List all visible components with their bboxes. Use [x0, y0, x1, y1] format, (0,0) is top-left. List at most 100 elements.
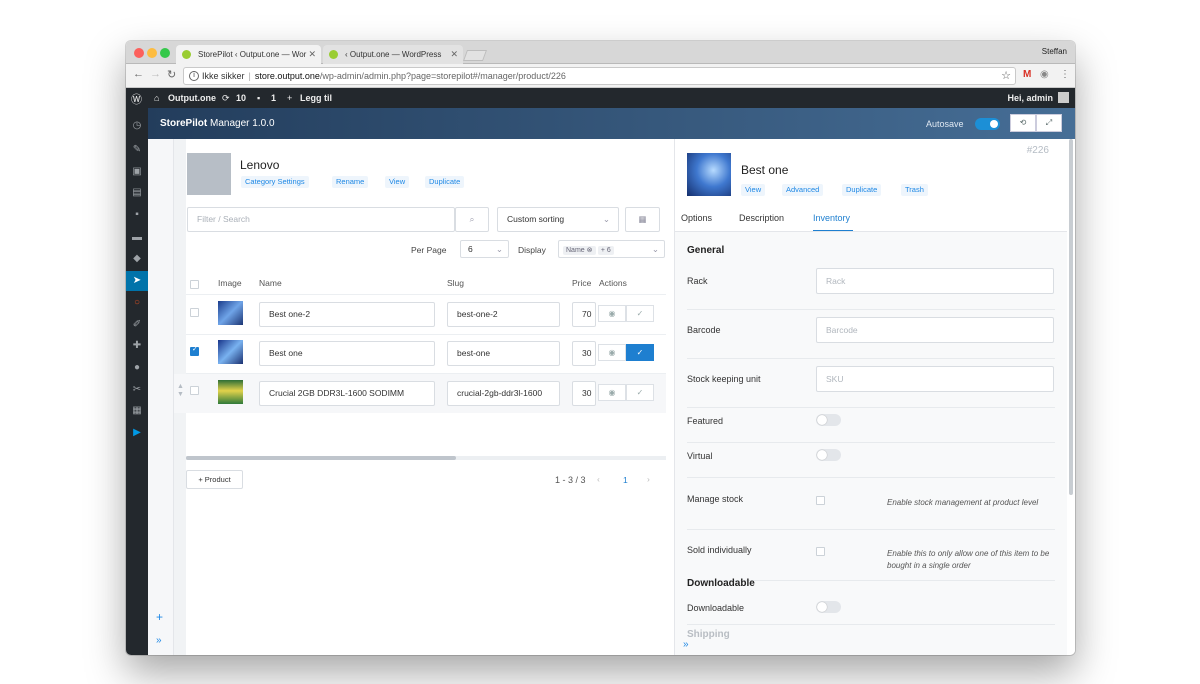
refresh-button[interactable]: ⟲: [1010, 114, 1036, 132]
view-link[interactable]: View: [385, 176, 410, 188]
duplicate-link[interactable]: Duplicate: [425, 176, 465, 188]
fullscreen-button[interactable]: ⤢: [1036, 114, 1062, 132]
browser-user-name[interactable]: Steffan: [1042, 47, 1067, 56]
new-tab-button[interactable]: [462, 50, 488, 61]
reload-icon[interactable]: ↻: [167, 68, 176, 81]
products-icon[interactable]: ◆: [126, 249, 148, 269]
tools-wrench-icon[interactable]: ✂: [126, 380, 148, 400]
pages-icon[interactable]: ▤: [126, 183, 148, 203]
posts-pin-icon[interactable]: ✎: [126, 140, 148, 160]
barcode-input[interactable]: Barcode: [816, 317, 1054, 343]
calculator-button[interactable]: ▦: [625, 207, 660, 232]
play-circle-icon[interactable]: ▶: [126, 423, 148, 443]
settings-icon[interactable]: ▦: [126, 401, 148, 421]
column-header-slug[interactable]: Slug: [447, 278, 464, 288]
site-name-link[interactable]: Output.one: [168, 93, 216, 103]
close-window-button[interactable]: [134, 48, 144, 58]
users-icon[interactable]: ●: [126, 358, 148, 378]
search-button[interactable]: ⌕: [455, 207, 489, 232]
rack-input[interactable]: Rack: [816, 268, 1054, 294]
plugin-circle-icon[interactable]: ○: [126, 293, 148, 313]
tab-description[interactable]: Description: [739, 213, 784, 223]
comments-icon[interactable]: ▪: [126, 205, 148, 225]
updates-count[interactable]: 10: [236, 93, 246, 103]
browser-tab-storepilot[interactable]: StorePilot ‹ Output.one — Wor ✕: [176, 45, 321, 64]
product-price-input[interactable]: 30: [572, 341, 596, 366]
maximize-window-button[interactable]: [160, 48, 170, 58]
trash-link[interactable]: Trash: [901, 184, 928, 196]
product-thumbnail[interactable]: [218, 380, 243, 404]
product-price-input[interactable]: 70: [572, 302, 596, 327]
close-tab-icon[interactable]: ✕: [450, 45, 458, 64]
select-product-button[interactable]: ✓: [626, 305, 654, 322]
prev-page-icon[interactable]: ‹: [597, 474, 600, 484]
expand-chevrons-icon[interactable]: »: [156, 635, 162, 646]
storepilot-plane-icon[interactable]: ➤: [126, 271, 148, 291]
dashboard-icon[interactable]: ◷: [126, 116, 148, 136]
autosave-toggle[interactable]: [975, 118, 1000, 130]
sorting-select[interactable]: Custom sorting ⌄: [497, 207, 619, 232]
new-content-link[interactable]: Legg til: [300, 93, 332, 103]
next-page-icon[interactable]: ›: [647, 474, 650, 484]
product-thumbnail[interactable]: [218, 340, 243, 364]
row-checkbox[interactable]: [190, 386, 199, 395]
media-icon[interactable]: ▣: [126, 162, 148, 182]
extension-icon[interactable]: ◉: [1040, 69, 1049, 80]
minimize-window-button[interactable]: [147, 48, 157, 58]
view-product-button[interactable]: ◉: [598, 344, 626, 361]
horizontal-scrollbar[interactable]: [186, 456, 666, 460]
menu-dots-icon[interactable]: ⋮: [1060, 69, 1070, 80]
remove-tag-icon[interactable]: ⊗: [587, 247, 593, 254]
row-checkbox[interactable]: [190, 308, 199, 317]
product-name-input[interactable]: Crucial 2GB DDR3L-1600 SODIMM: [259, 381, 435, 406]
row-checkbox[interactable]: [190, 345, 199, 356]
rename-link[interactable]: Rename: [332, 176, 369, 188]
address-bar[interactable]: i Ikke sikker | store.output.one/wp-admin/…: [183, 67, 1016, 85]
product-slug-input[interactable]: crucial-2gb-ddr3l-1600: [447, 381, 560, 406]
add-category-icon[interactable]: +: [156, 610, 163, 624]
product-name-input[interactable]: Best one-2: [259, 302, 435, 327]
product-price-input[interactable]: 30: [572, 381, 596, 406]
appearance-brush-icon[interactable]: ✐: [126, 315, 148, 335]
bookmark-star-icon[interactable]: ☆: [1001, 68, 1011, 84]
view-product-link[interactable]: View: [741, 184, 766, 196]
display-columns-select[interactable]: Name ⊗ + 6 ⌄: [558, 240, 665, 258]
virtual-toggle[interactable]: [816, 449, 841, 461]
account-greeting[interactable]: Hei, admin: [1007, 93, 1053, 103]
woocommerce-icon[interactable]: ▬: [126, 228, 148, 248]
display-tag[interactable]: Name ⊗: [563, 246, 596, 255]
plugins-icon[interactable]: ✚: [126, 336, 148, 356]
gmail-extension-icon[interactable]: M: [1023, 69, 1031, 80]
product-image[interactable]: [687, 153, 731, 196]
sold-individually-checkbox[interactable]: [816, 547, 825, 556]
select-all-checkbox[interactable]: [190, 280, 199, 289]
current-page-link[interactable]: 1: [623, 475, 628, 485]
avatar[interactable]: [1058, 92, 1069, 103]
view-product-button[interactable]: ◉: [598, 384, 626, 401]
select-product-button[interactable]: ✓: [626, 344, 654, 361]
drag-handle-icon[interactable]: ▲ ▼: [177, 383, 184, 399]
expand-chevrons-icon[interactable]: »: [683, 639, 689, 650]
back-arrow-icon[interactable]: ←: [133, 68, 144, 80]
browser-tab-wordpress[interactable]: ‹ Output.one — WordPress ✕: [323, 45, 463, 64]
product-slug-input[interactable]: best-one-2: [447, 302, 560, 327]
forward-arrow-icon[interactable]: →: [150, 68, 161, 80]
info-icon[interactable]: i: [189, 71, 199, 81]
display-more-tag[interactable]: + 6: [597, 246, 614, 255]
product-name-input[interactable]: Best one: [259, 341, 435, 366]
vertical-scrollbar[interactable]: [1069, 139, 1073, 495]
column-header-name[interactable]: Name: [259, 278, 282, 288]
manage-stock-checkbox[interactable]: [816, 496, 825, 505]
close-tab-icon[interactable]: ✕: [308, 45, 316, 64]
downloadable-toggle[interactable]: [816, 601, 841, 613]
product-thumbnail[interactable]: [218, 301, 243, 325]
wordpress-logo-icon[interactable]: Ⓦ: [131, 91, 142, 107]
tab-options[interactable]: Options: [681, 213, 712, 223]
add-product-button[interactable]: + Product: [186, 470, 243, 489]
per-page-select[interactable]: 6 ⌄: [460, 240, 509, 258]
sku-input[interactable]: SKU: [816, 366, 1054, 392]
duplicate-product-link[interactable]: Duplicate: [842, 184, 882, 196]
filter-search-input[interactable]: Filter / Search: [187, 207, 455, 232]
category-settings-link[interactable]: Category Settings: [241, 176, 309, 188]
featured-toggle[interactable]: [816, 414, 841, 426]
